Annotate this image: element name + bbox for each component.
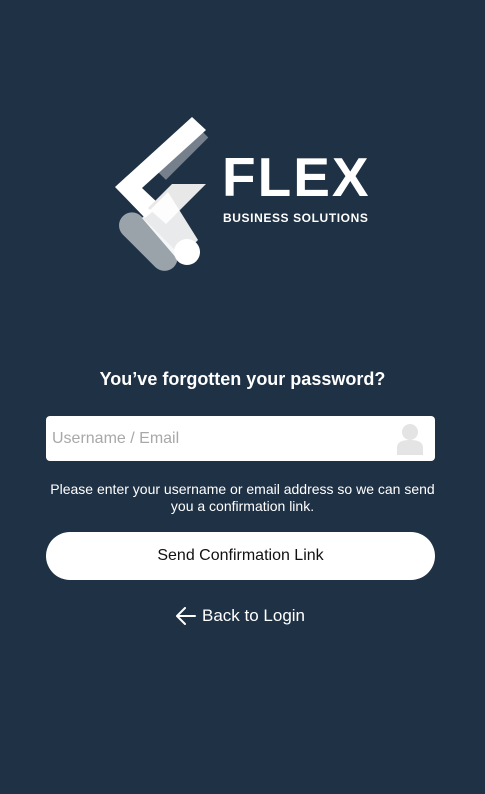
page-title: You’ve forgotten your password? bbox=[99, 369, 386, 389]
username-field[interactable] bbox=[46, 416, 435, 461]
helper-text: Please enter your username or email addr… bbox=[50, 481, 435, 514]
arrow-left-icon bbox=[176, 607, 196, 625]
send-confirmation-button[interactable]: Send Confirmation Link bbox=[46, 532, 435, 580]
username-input[interactable] bbox=[46, 416, 386, 461]
back-to-login-label: Back to Login bbox=[202, 606, 306, 625]
brand-name: FLEX bbox=[222, 146, 371, 208]
back-to-login-link[interactable]: Back to Login bbox=[176, 604, 305, 628]
user-icon bbox=[397, 424, 423, 455]
brand-tagline: BUSINESS SOLUTIONS bbox=[223, 211, 369, 225]
